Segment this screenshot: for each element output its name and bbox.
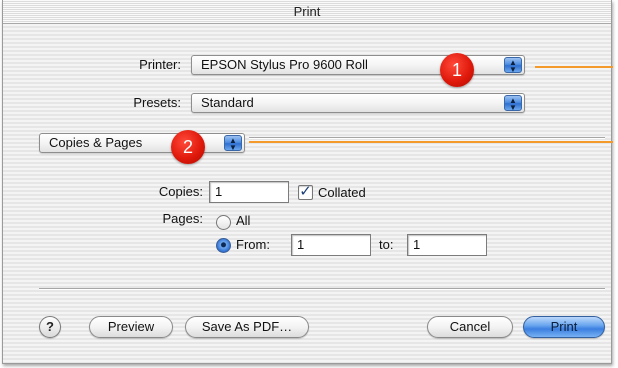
question-mark-icon: ? [46,319,54,334]
help-button[interactable]: ? [39,316,61,338]
pages-from-label: From: [236,237,270,252]
presets-value: Standard [201,95,254,110]
save-as-pdf-button[interactable]: Save As PDF… [185,316,309,338]
collated-checkbox[interactable]: ✓ [298,183,313,200]
bottom-separator [39,288,605,290]
printer-popup[interactable]: EPSON Stylus Pro 9600 Roll ▲ ▼ [191,55,525,75]
print-dialog: Print Printer: EPSON Stylus Pro 9600 Rol… [2,0,613,364]
presets-popup[interactable]: Standard ▲ ▼ [191,93,525,113]
collated-label: Collated [318,185,366,200]
up-down-arrows-icon: ▲ ▼ [504,57,522,74]
callout-line-1 [535,66,613,68]
pages-to-label: to: [379,237,394,252]
pages-from-field[interactable]: 1 [291,234,371,256]
print-button[interactable]: Print [523,316,605,338]
printer-value: EPSON Stylus Pro 9600 Roll [201,57,368,72]
callout-badge-2: 2 [171,130,205,164]
pages-from-radio[interactable] [216,238,231,253]
panel-separator [249,137,605,139]
up-down-arrows-icon: ▲ ▼ [504,95,522,112]
pages-to-field[interactable]: 1 [407,234,487,256]
pages-label: Pages: [162,211,203,226]
pages-all-radio[interactable] [216,215,231,230]
callout-badge-1: 1 [440,53,474,87]
checkmark-icon: ✓ [299,183,312,200]
panel-value: Copies & Pages [49,135,143,150]
copies-label: Copies: [158,184,203,199]
up-down-arrows-icon: ▲ ▼ [224,135,242,152]
preview-button[interactable]: Preview [89,316,173,338]
presets-label: Presets: [133,95,181,110]
panel-popup[interactable]: Copies & Pages ▲ ▼ [39,133,245,153]
window-title: Print [3,0,611,24]
callout-line-2 [249,141,613,143]
pages-all-label: All [236,213,251,228]
printer-label: Printer: [139,57,181,72]
cancel-button[interactable]: Cancel [427,316,513,338]
copies-field[interactable]: 1 [209,181,289,203]
